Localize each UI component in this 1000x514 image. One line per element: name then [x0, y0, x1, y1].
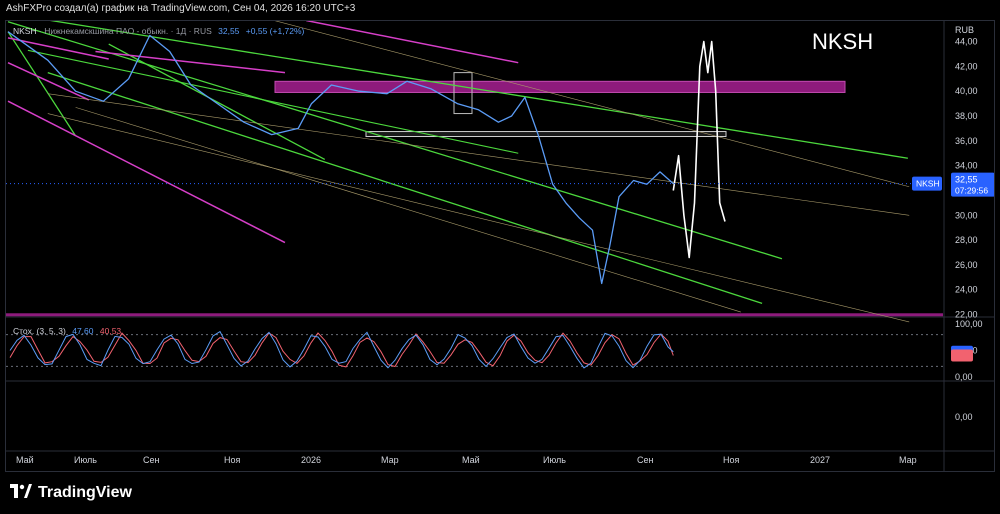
- trend-line-2: [47, 72, 763, 304]
- time-label-3: Ноя: [224, 455, 241, 465]
- price-tick-0: 44,00: [955, 37, 978, 47]
- time-label-5: Мар: [381, 455, 399, 465]
- price-tick-1: 42,00: [955, 61, 978, 71]
- time-label-11: Мар: [899, 455, 917, 465]
- symbol-legend[interactable]: NKSH · Нижнекамскшина ПАО - обыкн. · 1Д …: [13, 26, 304, 36]
- projection-path-line: [672, 40, 726, 259]
- time-label-9: Ноя: [723, 455, 740, 465]
- time-label-10: 2027: [810, 455, 830, 465]
- stochastic-legend[interactable]: Стох. (3, 5, 3) 47,60 40,53: [13, 326, 121, 336]
- time-label-2: Сен: [143, 455, 160, 465]
- chart-frame[interactable]: RUB 44,00 42,00 40,00 38,00 36,00 34,00 30,00 28…: [5, 20, 995, 472]
- price-tick-7: 28,00: [955, 235, 978, 245]
- price-tick-8: 26,00: [955, 260, 978, 270]
- trend-line-5: [108, 43, 326, 161]
- trend-line-13: [75, 107, 741, 313]
- legend-symbol: NKSH: [13, 26, 37, 36]
- time-label-8: Сен: [637, 455, 654, 465]
- stoch-d-line: [9, 332, 674, 368]
- bottom-zone: [6, 313, 943, 317]
- stoch-k-line: [9, 330, 674, 369]
- time-label-7: Июль: [543, 455, 566, 465]
- price-tick-9: 24,00: [955, 285, 978, 295]
- time-label-1: Июль: [74, 455, 97, 465]
- chart-caption: AshFXPro создал(а) график на TradingView…: [6, 3, 356, 14]
- stochastic-pane: [6, 330, 943, 369]
- trend-line-12: [47, 93, 910, 216]
- chart-canvas[interactable]: RUB 44,00 42,00 40,00 38,00 36,00 34,00 30,00 28…: [6, 21, 995, 472]
- legend-last-price: 32,55: [218, 26, 240, 36]
- trend-line-14: [274, 21, 910, 188]
- stochastic-d-value: 40,53: [99, 326, 122, 336]
- trend-lines: [7, 21, 910, 323]
- stoch-d-badge: [951, 349, 973, 362]
- trend-line-1: [7, 21, 783, 260]
- price-line: [7, 31, 674, 285]
- time-label-6: Май: [462, 455, 480, 465]
- price-axis-currency: RUB: [955, 25, 974, 35]
- symbol-badge-label: NKSH: [916, 179, 940, 189]
- price-tick-2: 40,00: [955, 86, 978, 96]
- legend-change: +0,55 (+1,72%): [245, 26, 305, 36]
- price-tick-6: 30,00: [955, 210, 978, 220]
- time-label-0: Май: [16, 455, 34, 465]
- stoch-tick-0: 100,00: [955, 319, 983, 329]
- price-badge-timer: 07:29:56: [955, 186, 988, 196]
- price-tick-5: 34,00: [955, 161, 978, 171]
- tradingview-logo-icon: [10, 483, 32, 503]
- price-tick-3: 38,00: [955, 111, 978, 121]
- chart-annotation-text[interactable]: NKSH: [812, 29, 873, 55]
- trend-line-8: [95, 50, 286, 74]
- price-tick-4: 36,00: [955, 136, 978, 146]
- price-series: [7, 31, 674, 285]
- stochastic-label: Стох. (3, 5, 3): [13, 326, 66, 336]
- stoch-tick-2: 0,00: [955, 372, 973, 382]
- tradingview-brand: TradingView: [38, 484, 132, 501]
- price-badge-value: 32,55: [955, 175, 978, 185]
- trend-line-6: [27, 49, 519, 154]
- time-label-4: 2026: [301, 455, 321, 465]
- tradingview-footer[interactable]: TradingView: [10, 480, 132, 506]
- legend-description: · Нижнекамскшина ПАО - обыкн. · 1Д · RUS: [39, 26, 212, 36]
- stochastic-k-value: 47,60: [72, 326, 94, 336]
- empty-pane-tick: 0,00: [955, 412, 973, 422]
- trend-line-4: [7, 31, 77, 137]
- projection-path: [672, 40, 726, 259]
